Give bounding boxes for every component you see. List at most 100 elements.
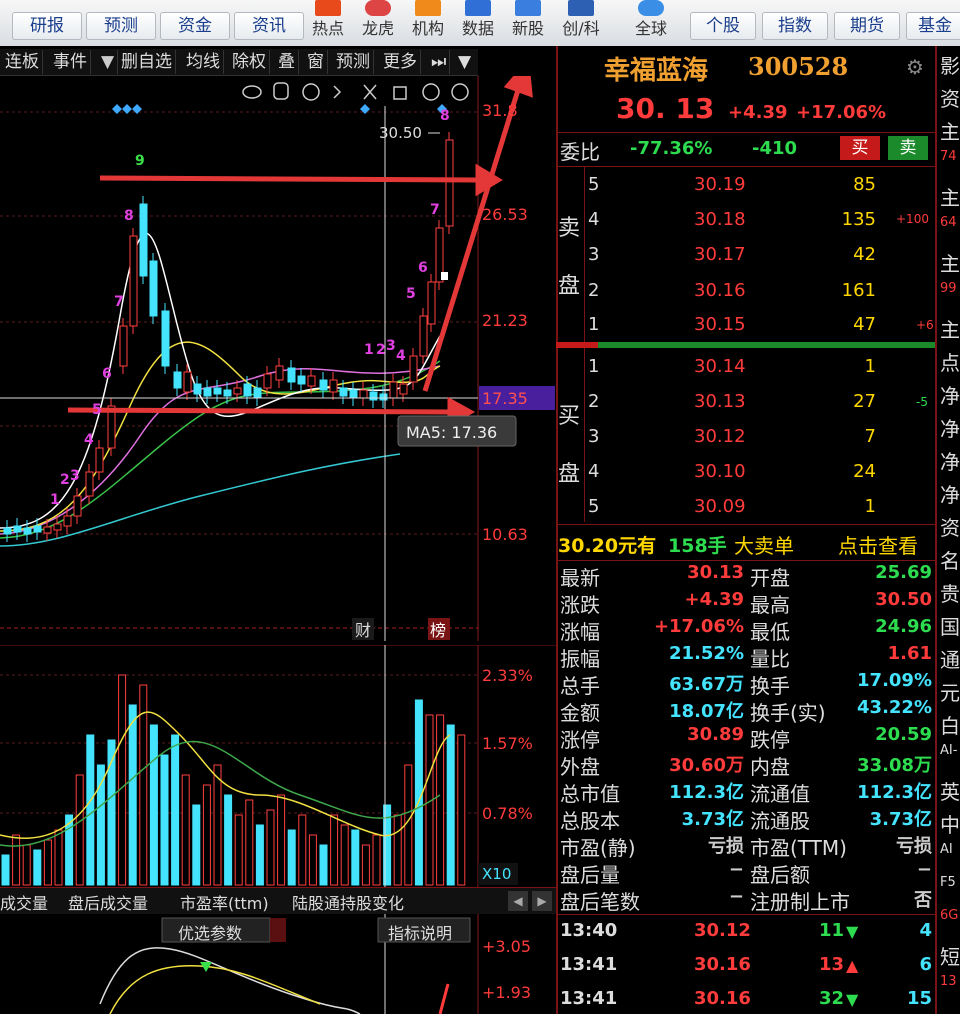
tab-after-hours-volume[interactable]: 盘后成交量 <box>68 890 148 914</box>
tab-hk-connect-holding[interactable]: 陆股通持股变化 <box>292 890 404 914</box>
news-button[interactable]: 资讯 <box>234 12 304 40</box>
tab-forecast[interactable]: 预测 <box>333 50 374 74</box>
side-strip-item[interactable]: 6G <box>940 908 958 923</box>
count-4: 4 <box>84 432 94 448</box>
kline-chart[interactable]: 30.50 1 2 3 4 5 6 7 8 9 1 2 3 4 5 6 7 8 … <box>0 76 556 641</box>
stat-value: 3.73亿 <box>681 809 744 830</box>
bid-price[interactable]: 30.14 <box>694 356 746 377</box>
side-strip-item[interactable]: 英 <box>940 776 960 805</box>
bid-price[interactable]: 30.12 <box>694 426 746 447</box>
tab-remove-watchlist[interactable]: 删自选 <box>118 50 176 74</box>
bid-price[interactable]: 30.09 <box>694 496 746 517</box>
dropdown-arrow-icon[interactable]: ▼ <box>98 50 119 74</box>
ma-long-line <box>0 453 401 547</box>
side-strip-item[interactable]: 净 <box>940 380 960 409</box>
skip-end-icon[interactable]: ⏭ <box>428 50 451 74</box>
globe-button[interactable]: 全球 <box>628 0 674 46</box>
stat-value: 112.3亿 <box>669 782 744 803</box>
institution-button[interactable]: 机构 <box>405 0 451 46</box>
new-stock-button[interactable]: 新股 <box>505 0 551 46</box>
side-strip-item[interactable]: 影 <box>940 50 960 79</box>
side-strip-item[interactable]: 74 <box>940 149 957 164</box>
tab-overlay[interactable]: 叠 <box>275 50 299 74</box>
side-strip-item[interactable]: 资 <box>940 83 960 112</box>
side-strip-item[interactable]: 短 <box>940 941 960 970</box>
macd-chart[interactable]: +3.05 +1.93 <box>0 914 556 1014</box>
research-report-button[interactable]: 研报 <box>12 12 82 40</box>
futures-button[interactable]: 期货 <box>834 12 900 40</box>
dragon-tiger-button[interactable]: 龙虎 <box>355 0 401 46</box>
hot-icon-button[interactable]: 热点 <box>305 0 351 46</box>
tab-volume[interactable]: 成交量 <box>0 890 48 914</box>
scissors-icon[interactable] <box>363 84 377 100</box>
ask-price[interactable]: 30.19 <box>694 174 746 195</box>
side-strip-item[interactable]: 主 <box>940 314 960 343</box>
stat-label: 总市值 <box>560 782 620 806</box>
side-strip-item[interactable]: AI- <box>940 743 957 758</box>
side-strip-item[interactable]: 贵 <box>940 578 960 607</box>
side-strip-item[interactable]: 通 <box>940 644 960 673</box>
side-strip-item[interactable]: 元 <box>940 677 960 706</box>
tab-ex-rights[interactable]: 除权 <box>229 50 270 74</box>
eye-icon[interactable] <box>242 85 262 99</box>
buy-button[interactable]: 买 <box>840 136 880 160</box>
side-strip-item[interactable]: AI <box>940 842 953 857</box>
count-2: 2 <box>60 472 70 488</box>
tab-window[interactable]: 窗 <box>304 50 328 74</box>
tick-time: 13:41 <box>560 954 618 975</box>
side-strip-item[interactable]: 净 <box>940 479 960 508</box>
hand-icon[interactable] <box>273 82 289 100</box>
tab-moving-average[interactable]: 均线 <box>183 50 224 74</box>
tab-limit-up[interactable]: 连板 <box>2 50 43 74</box>
side-strip-item[interactable]: 主 <box>940 182 960 211</box>
tab-events[interactable]: 事件 <box>50 50 91 74</box>
fund-button[interactable]: 基金 <box>906 12 960 40</box>
sell-button[interactable]: 卖 <box>888 136 928 160</box>
side-strip-item[interactable]: 中 <box>940 809 960 838</box>
side-strip-item[interactable]: 净 <box>940 446 960 475</box>
fund-flow-button[interactable]: 资金 <box>160 12 230 40</box>
ask-price[interactable]: 30.15 <box>694 314 746 335</box>
view-details-link[interactable]: 点击查看 <box>838 530 918 559</box>
side-strip-item[interactable]: 主 <box>940 116 960 145</box>
tab-pe-ttm[interactable]: 市盈率(ttm) <box>180 890 269 914</box>
side-strip-item[interactable]: 点 <box>940 347 960 376</box>
scroll-right-icon[interactable]: ▶ <box>532 891 552 911</box>
side-strip-item[interactable]: 国 <box>940 611 960 640</box>
ask-price[interactable]: 30.18 <box>694 209 746 230</box>
play-icon[interactable] <box>302 83 320 101</box>
stat-label: 盘后额 <box>750 863 810 887</box>
optimize-params-button[interactable]: 优选参数 <box>178 920 242 944</box>
lock-icon[interactable] <box>393 86 407 100</box>
finance-tag[interactable]: 财 <box>355 621 371 640</box>
zoom-out-icon[interactable] <box>451 83 469 101</box>
more-arrow-icon[interactable]: ▼ <box>455 50 474 74</box>
ask-price[interactable]: 30.17 <box>694 244 746 265</box>
forecast-button[interactable]: 预测 <box>86 12 156 40</box>
rank-tag[interactable]: 榜 <box>430 621 446 640</box>
stock-button[interactable]: 个股 <box>690 12 756 40</box>
tab-more[interactable]: 更多 <box>380 50 421 74</box>
bid-price[interactable]: 30.10 <box>694 461 746 482</box>
side-strip-item[interactable]: F5 <box>940 875 956 890</box>
side-strip-item[interactable]: 资 <box>940 512 960 541</box>
side-strip-item[interactable]: 名 <box>940 545 960 574</box>
side-strip-item[interactable]: 64 <box>940 215 957 230</box>
chuang-ke-button[interactable]: 创/科 <box>558 0 604 46</box>
gear-icon[interactable]: ⚙ <box>906 55 924 79</box>
side-strip-item[interactable]: 99 <box>940 281 957 296</box>
side-strip-item[interactable]: 主 <box>940 248 960 277</box>
stat-value: 20.59 <box>875 724 932 745</box>
bid-price[interactable]: 30.13 <box>694 391 746 412</box>
side-strip-item[interactable]: 13 <box>940 974 957 989</box>
index-button[interactable]: 指数 <box>762 12 828 40</box>
side-strip-item[interactable]: 白 <box>940 710 960 739</box>
indicator-help-button[interactable]: 指标说明 <box>388 920 452 944</box>
zoom-in-icon[interactable] <box>422 83 440 101</box>
data-button[interactable]: 数据 <box>455 0 501 46</box>
volume-chart[interactable]: 2.33% 1.57% 0.78% X10 <box>0 645 556 887</box>
ask-price[interactable]: 30.16 <box>694 280 746 301</box>
side-strip-item[interactable]: 净 <box>940 413 960 442</box>
undo-icon[interactable] <box>333 85 342 99</box>
scroll-left-icon[interactable]: ◀ <box>508 891 528 911</box>
